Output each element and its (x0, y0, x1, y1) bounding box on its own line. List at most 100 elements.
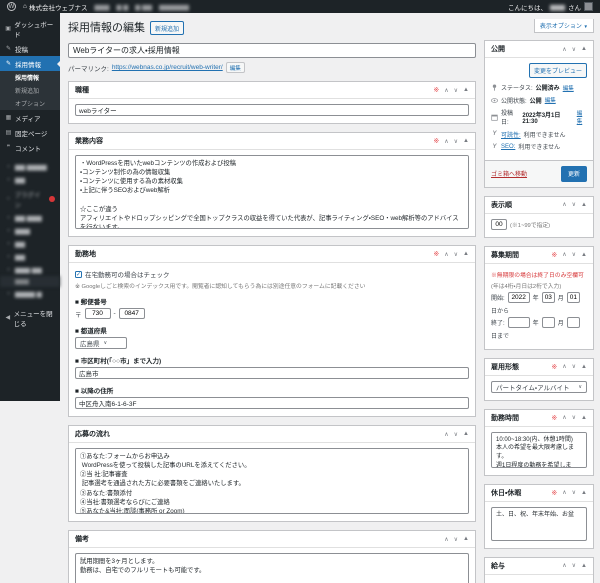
end-month-input[interactable] (541, 316, 555, 328)
sidebar-subitem-blurred[interactable]: ▆▆▆ (0, 276, 60, 287)
sidebar-subitem-options[interactable]: オプション (0, 97, 60, 110)
add-new-button[interactable]: 新規追加 (150, 21, 185, 35)
sidebar-subitem-add-new[interactable]: 新規追加 (0, 84, 60, 97)
move-down-icon[interactable]: ∨ (454, 536, 458, 543)
sidebar-item-blurred[interactable]: ▪ ▆▆ ▆▆▆▆ (0, 160, 60, 173)
seo-link[interactable]: SEO: (501, 144, 515, 150)
move-up-icon[interactable]: ∧ (444, 431, 448, 438)
postal-code-1-input[interactable] (84, 308, 111, 319)
wordpress-logo-icon[interactable]: W (7, 2, 16, 11)
toggle-panel-icon[interactable]: ▲ (463, 138, 469, 144)
display-order-input[interactable] (491, 218, 507, 230)
address-input[interactable] (75, 397, 469, 409)
toggle-panel-icon[interactable]: ▲ (581, 46, 587, 52)
move-down-icon[interactable]: ∨ (572, 562, 576, 569)
move-up-icon[interactable]: ∧ (562, 562, 566, 569)
start-day-input[interactable] (566, 291, 580, 303)
job-description-textarea[interactable]: ・WordPressを用いたwebコンテンツの作成および投稿 ・コンテンツ制作の… (75, 155, 469, 229)
sidebar-item-comments[interactable]: ❞ コメント (0, 140, 60, 155)
city-input[interactable] (75, 367, 469, 379)
move-up-icon[interactable]: ∧ (562, 46, 566, 53)
panel-header[interactable]: 職種 ※ ∧ ∨ ▲ (69, 82, 475, 99)
move-down-icon[interactable]: ∨ (572, 251, 576, 258)
move-up-icon[interactable]: ∧ (562, 201, 566, 208)
application-flow-textarea[interactable]: ①あなた:フォームからお申込み WordPressを使って投稿した記事のURLを… (75, 448, 469, 514)
post-title-input[interactable] (68, 43, 476, 58)
panel-header[interactable]: 勤務地 ※ ∧ ∨ ▲ (69, 246, 475, 263)
remote-work-checkbox[interactable]: ✓ (75, 270, 82, 278)
toggle-panel-icon[interactable]: ▲ (581, 364, 587, 370)
toggle-panel-icon[interactable]: ▲ (581, 202, 587, 208)
remarks-textarea[interactable]: 試用期間を3ヶ月とします。 勤務は、自宅でのフルリモートも可能です。 (75, 553, 469, 583)
panel-header[interactable]: 募集期間 ※ ∧ ∨ ▲ (485, 247, 593, 264)
panel-header[interactable]: 休日・休暇 ※ ∧ ∨ ▲ (485, 485, 593, 502)
edit-status-link[interactable]: 編集 (563, 84, 574, 92)
toggle-panel-icon[interactable]: ▲ (463, 251, 469, 257)
sidebar-item-plugins[interactable]: ▪ プラグイン (0, 186, 60, 211)
sidebar-subitem-recruit-list[interactable]: 採用情報 (0, 71, 60, 84)
panel-header[interactable]: 給与 ∧ ∨ ▲ (485, 558, 593, 575)
sidebar-item-pages[interactable]: ▤ 固定ページ (0, 125, 60, 140)
start-year-input[interactable] (507, 291, 530, 303)
edit-date-link[interactable]: 編集 (577, 109, 587, 125)
move-up-icon[interactable]: ∧ (562, 363, 566, 370)
screen-options-button[interactable]: 表示オプション ▼ (533, 19, 594, 33)
sidebar-item-blurred[interactable]: ▪ ▆▆▆ ▆▆ (0, 263, 60, 276)
edit-permalink-button[interactable]: 編集 (225, 62, 245, 73)
sidebar-item-dashboard[interactable]: ▣ ダッシュボード (0, 16, 60, 41)
move-down-icon[interactable]: ∨ (454, 87, 458, 94)
start-month-input[interactable] (541, 291, 555, 303)
sidebar-item-blurred[interactable]: ▪ ▆▆ (0, 250, 60, 263)
panel-header[interactable]: 雇用形態 ※ ∧ ∨ ▲ (485, 359, 593, 376)
panel-header[interactable]: 表示順 ∧ ∨ ▲ (485, 197, 593, 214)
move-up-icon[interactable]: ∧ (444, 536, 448, 543)
working-hours-textarea[interactable]: 10:00~18:30(内、休憩1時間) 本人の希望を最大限考慮します。 週1日… (491, 431, 587, 468)
toggle-panel-icon[interactable]: ▲ (463, 431, 469, 437)
toggle-panel-icon[interactable]: ▲ (581, 415, 587, 421)
panel-header[interactable]: 業務内容 ※ ∧ ∨ ▲ (69, 133, 475, 150)
toggle-panel-icon[interactable]: ▲ (463, 87, 469, 93)
update-button[interactable]: 更新 (560, 165, 587, 182)
sidebar-item-blurred[interactable]: ▪ ▆▆▆ (0, 224, 60, 237)
permalink-url-link[interactable]: https://webnas.co.jp/recruit/web-writer/ (112, 64, 223, 71)
toggle-panel-icon[interactable]: ▲ (581, 490, 587, 496)
move-down-icon[interactable]: ∨ (454, 431, 458, 438)
preview-changes-button[interactable]: 変更をプレビュー (528, 63, 587, 78)
postal-code-2-input[interactable] (118, 308, 145, 319)
sidebar-item-blurred[interactable]: ▪ ▆▆▆▆ ▆ (0, 287, 60, 300)
end-day-input[interactable] (566, 316, 580, 328)
prefecture-select[interactable]: 広島県 ∨ (75, 337, 127, 349)
employment-type-select[interactable]: パートタイム・アルバイト ∨ (491, 380, 587, 393)
sidebar-item-blurred[interactable]: ▪ ▆▆ (0, 237, 60, 250)
sidebar-item-blurred[interactable]: ▪ ▆▆ ▆▆▆ (0, 211, 60, 224)
move-down-icon[interactable]: ∨ (572, 363, 576, 370)
move-up-icon[interactable]: ∧ (562, 414, 566, 421)
account-menu[interactable]: こんにちは、 ▆▆▆ さん (508, 2, 593, 12)
move-down-icon[interactable]: ∨ (572, 46, 576, 53)
move-down-icon[interactable]: ∨ (454, 251, 458, 258)
sidebar-item-recruit[interactable]: ✎ 採用情報 (0, 56, 60, 71)
adminbar-blurred-item[interactable]: ▆▆▆ (94, 3, 109, 11)
adminbar-blurred-item[interactable]: ▆ ▆ (116, 3, 128, 11)
sidebar-item-media[interactable]: ▦ メディア (0, 110, 60, 125)
move-to-trash-link[interactable]: ゴミ箱へ移動 (491, 169, 527, 178)
move-down-icon[interactable]: ∨ (572, 489, 576, 496)
panel-header[interactable]: 勤務時間 ※ ∧ ∨ ▲ (485, 410, 593, 427)
readability-link[interactable]: 可読性: (501, 130, 521, 139)
job-type-input[interactable] (75, 104, 469, 116)
move-up-icon[interactable]: ∧ (444, 138, 448, 145)
move-down-icon[interactable]: ∨ (572, 201, 576, 208)
edit-visibility-link[interactable]: 編集 (545, 96, 556, 104)
panel-header[interactable]: 備考 ∧ ∨ ▲ (69, 531, 475, 548)
sidebar-item-posts[interactable]: ✎ 投稿 (0, 41, 60, 56)
panel-header[interactable]: 応募の流れ ∧ ∨ ▲ (69, 426, 475, 443)
move-up-icon[interactable]: ∧ (562, 251, 566, 258)
toggle-panel-icon[interactable]: ▲ (581, 563, 587, 569)
panel-header[interactable]: 公開 ∧ ∨ ▲ (485, 41, 593, 58)
move-up-icon[interactable]: ∧ (444, 251, 448, 258)
toggle-panel-icon[interactable]: ▲ (581, 252, 587, 258)
holidays-textarea[interactable]: 土、日、祝、年末年始、お盆 (491, 506, 587, 541)
move-down-icon[interactable]: ∨ (572, 414, 576, 421)
end-year-input[interactable] (507, 316, 530, 328)
sidebar-item-collapse-menu[interactable]: ◀ メニューを閉じる (0, 305, 60, 330)
